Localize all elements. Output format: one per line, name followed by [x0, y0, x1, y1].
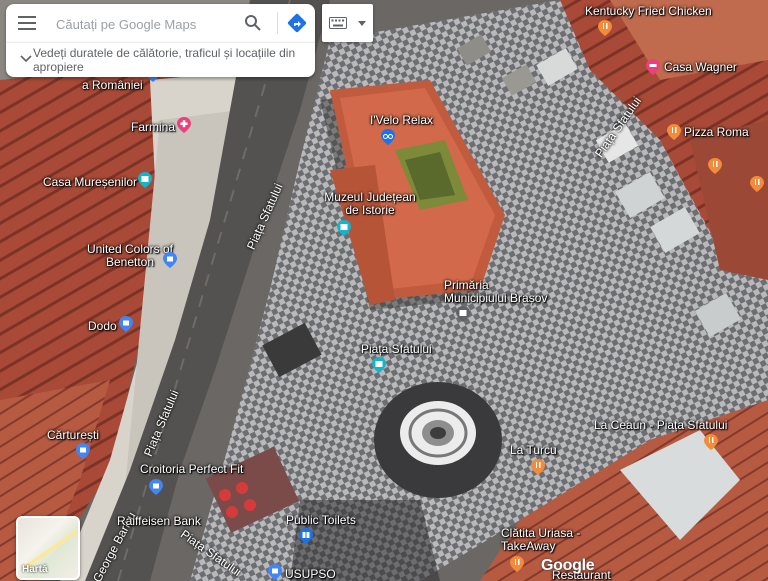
input-tools-button[interactable] [322, 4, 373, 42]
keyboard-icon [329, 17, 347, 29]
museum-pin-icon[interactable] [337, 220, 351, 236]
restaurant-pin-icon[interactable] [531, 459, 545, 475]
divider [277, 12, 278, 34]
google-logo: Google [541, 557, 595, 574]
poi-label-kfc[interactable]: Kentucky Fried Chicken [585, 5, 712, 18]
shopping-pin-icon[interactable] [268, 564, 282, 580]
government-pin-icon[interactable] [456, 306, 470, 322]
landmark-pin-icon[interactable] [372, 357, 386, 373]
poi-label-la-ceaun[interactable]: La Ceaun - Piața Sfatului [594, 419, 727, 432]
poi-label-dodo[interactable]: Dodo [88, 320, 117, 333]
poi-label-primaria[interactable]: Primăria Municipiului Brașov [444, 279, 554, 305]
lodging-pin-icon[interactable] [646, 59, 660, 75]
search-icon[interactable] [244, 14, 262, 32]
poi-label-casa-wagner[interactable]: Casa Wagner [664, 61, 737, 74]
bicycle-pin-icon[interactable] [381, 129, 395, 145]
search-suggestion[interactable]: Vedeți duratele de călătorie, traficul ș… [6, 42, 315, 77]
poi-label-museum[interactable]: Muzeul Județean de Istorie [322, 191, 418, 217]
poi-label-velo-relax[interactable]: I'Velo Relax [370, 114, 433, 127]
poi-label-usupso[interactable]: USUPSO [285, 568, 336, 581]
poi-label-casa-muresenilor[interactable]: Casa Mureșenilor [43, 176, 137, 189]
poi-label-romaniei[interactable]: a României [82, 79, 143, 92]
restaurant-pin-icon[interactable] [598, 20, 612, 36]
restaurant-pin-icon[interactable] [750, 176, 764, 192]
poi-label-public-toilets[interactable]: Public Toilets [286, 514, 356, 527]
pharmacy-pin-icon[interactable] [177, 117, 191, 133]
poi-label-farmina[interactable]: Farmina [131, 121, 175, 134]
hamburger-menu-icon[interactable] [18, 16, 36, 30]
shopping-pin-icon[interactable] [119, 316, 133, 332]
shopping-pin-icon[interactable] [149, 479, 163, 495]
museum-pin-icon[interactable] [138, 172, 152, 188]
search-box [6, 4, 315, 42]
poi-label-pizza-roma[interactable]: Pizza Roma [684, 126, 749, 139]
restaurant-pin-icon[interactable] [704, 434, 718, 450]
suggestion-text: Vedeți duratele de călătorie, traficul ș… [33, 46, 296, 74]
poi-label-carturesti[interactable]: Cărturești [47, 429, 99, 442]
clothing-store-pin-icon[interactable] [163, 252, 177, 268]
poi-label-clatita[interactable]: Clătita Uriasa - TakeAway [501, 527, 591, 553]
restaurant-pin-icon[interactable] [667, 124, 681, 140]
directions-icon[interactable] [286, 12, 308, 34]
map-layer-toggle[interactable]: Hartă [16, 516, 80, 580]
restaurant-pin-icon[interactable] [708, 158, 722, 174]
search-input[interactable] [54, 13, 238, 35]
bookstore-pin-icon[interactable] [76, 443, 90, 459]
poi-label-raiffeisen[interactable]: Raiffeisen Bank [117, 515, 201, 528]
chevron-down-icon[interactable] [20, 55, 32, 63]
poi-label-piata-sfatului[interactable]: Piața Sfatului [361, 343, 432, 356]
satellite-map[interactable]: Piața Sfatului Piața Sfatului Piața Sfat… [0, 0, 768, 581]
chevron-down-icon[interactable] [358, 21, 366, 26]
poi-label-la-turcu[interactable]: La Turcu [510, 444, 557, 457]
restaurant-pin-icon[interactable] [510, 556, 524, 572]
restroom-pin-icon[interactable] [299, 528, 313, 544]
layer-toggle-label: Hartă [22, 564, 48, 575]
poi-label-croitoria[interactable]: Croitoria Perfect Fit [140, 463, 243, 476]
